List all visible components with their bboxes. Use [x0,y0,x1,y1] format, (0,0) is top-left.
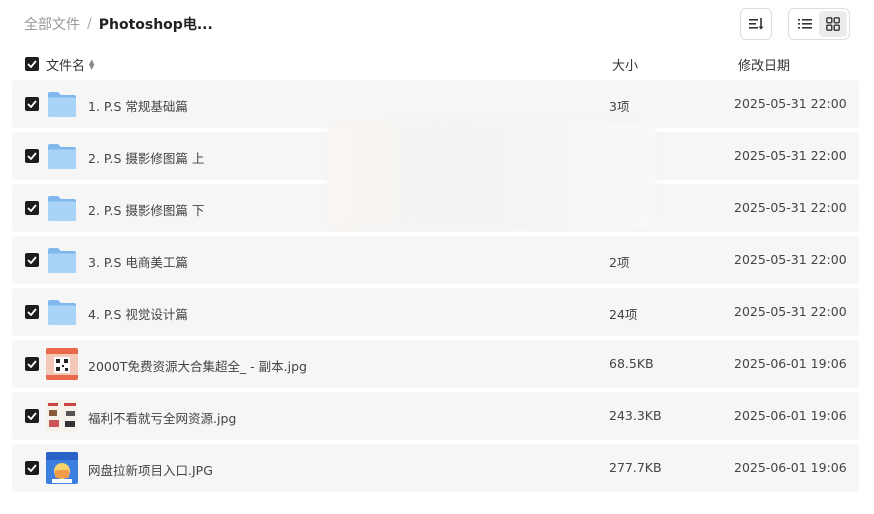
file-name[interactable]: 福利不看就亏全网资源.jpg [88,408,236,427]
row-checkbox[interactable] [25,253,39,267]
folder-icon [48,248,76,273]
sort-icon [749,18,764,30]
file-date: 2025-05-31 22:00 [734,200,847,215]
folder-thumbnail [46,192,78,224]
row-checkbox[interactable] [25,149,39,163]
file-date: 2025-06-01 19:06 [734,408,847,423]
file-name[interactable]: 1. P.S 常规基础篇 [88,96,188,115]
check-icon [27,308,37,316]
row-checkbox[interactable] [25,461,39,475]
folder-row[interactable]: 3. P.S 电商美工篇 2项 2025-05-31 22:00 [12,236,859,284]
check-icon [27,412,37,420]
row-checkbox[interactable] [25,409,39,423]
top-bar: 全部文件 / Photoshop电... [0,0,874,48]
breadcrumb: 全部文件 / Photoshop电... [24,14,213,34]
folder-icon [48,196,76,221]
file-date: 2025-06-01 19:06 [734,356,847,371]
folder-icon [48,300,76,325]
check-icon [27,256,37,264]
folder-thumbnail [46,88,78,120]
folder-thumbnail [46,296,78,328]
grid-view-icon [826,17,840,31]
check-icon [27,204,37,212]
image-thumbnail [46,348,78,380]
check-icon [27,100,37,108]
list-view-button[interactable] [791,11,819,37]
breadcrumb-separator: / [87,16,92,32]
folder-icon [48,144,76,169]
breadcrumb-current: Photoshop电... [98,17,213,33]
sort-arrows-icon: ▲ ▼ [89,57,95,71]
breadcrumb-root[interactable]: 全部文件 [24,14,80,34]
file-size: 243.3KB [609,408,662,423]
table-header: 文件名 ▲ ▼ 大小 修改日期 [0,50,874,78]
check-icon [27,464,37,472]
file-name[interactable]: 3. P.S 电商美工篇 [88,252,188,271]
folder-row[interactable]: 4. P.S 视觉设计篇 24项 2025-05-31 22:00 [12,288,859,336]
check-icon [27,152,37,160]
file-date: 2025-06-01 19:06 [734,460,847,475]
image-thumbnail [46,452,78,484]
file-size: 3项 [609,99,630,114]
file-name[interactable]: 2. P.S 摄影修图篇 上 [88,148,204,167]
file-size: 277.7KB [609,460,662,475]
view-toggle [788,8,850,40]
file-date: 2025-05-31 22:00 [734,304,847,319]
column-header-size: 大小 [612,59,639,74]
check-icon [27,360,37,368]
grid-view-button[interactable] [819,11,847,37]
row-checkbox[interactable] [25,357,39,371]
file-name[interactable]: 网盘拉新项目入口.JPG [88,460,213,479]
row-checkbox[interactable] [25,201,39,215]
file-name[interactable]: 4. P.S 视觉设计篇 [88,304,188,323]
check-icon [27,60,37,68]
file-size: 2项 [609,255,630,270]
file-row[interactable]: 福利不看就亏全网资源.jpg 243.3KB 2025-06-01 19:06 [12,392,859,440]
column-header-name[interactable]: 文件名 ▲ ▼ [46,55,94,74]
file-size: 68.5KB [609,356,654,371]
column-name-label: 文件名 [46,59,86,74]
file-row[interactable]: 网盘拉新项目入口.JPG 277.7KB 2025-06-01 19:06 [12,444,859,492]
row-checkbox[interactable] [25,305,39,319]
column-header-date: 修改日期 [738,59,791,74]
image-thumbnail [46,400,78,432]
file-name[interactable]: 2000T免费资源大合集超全_ - 副本.jpg [88,356,307,375]
file-row[interactable]: 2000T免费资源大合集超全_ - 副本.jpg 68.5KB 2025-06-01… [12,340,859,388]
list-view-icon [798,19,812,29]
folder-row[interactable]: 1. P.S 常规基础篇 3项 2025-05-31 22:00 [12,80,859,128]
folder-thumbnail [46,140,78,172]
row-checkbox[interactable] [25,97,39,111]
file-size: 24项 [609,307,638,322]
blurred-overlay [328,122,656,228]
file-name[interactable]: 2. P.S 摄影修图篇 下 [88,200,204,219]
file-date: 2025-05-31 22:00 [734,252,847,267]
sort-button[interactable] [740,8,772,40]
file-date: 2025-05-31 22:00 [734,148,847,163]
folder-thumbnail [46,244,78,276]
file-date: 2025-05-31 22:00 [734,96,847,111]
folder-icon [48,92,76,117]
select-all-checkbox[interactable] [25,57,39,71]
